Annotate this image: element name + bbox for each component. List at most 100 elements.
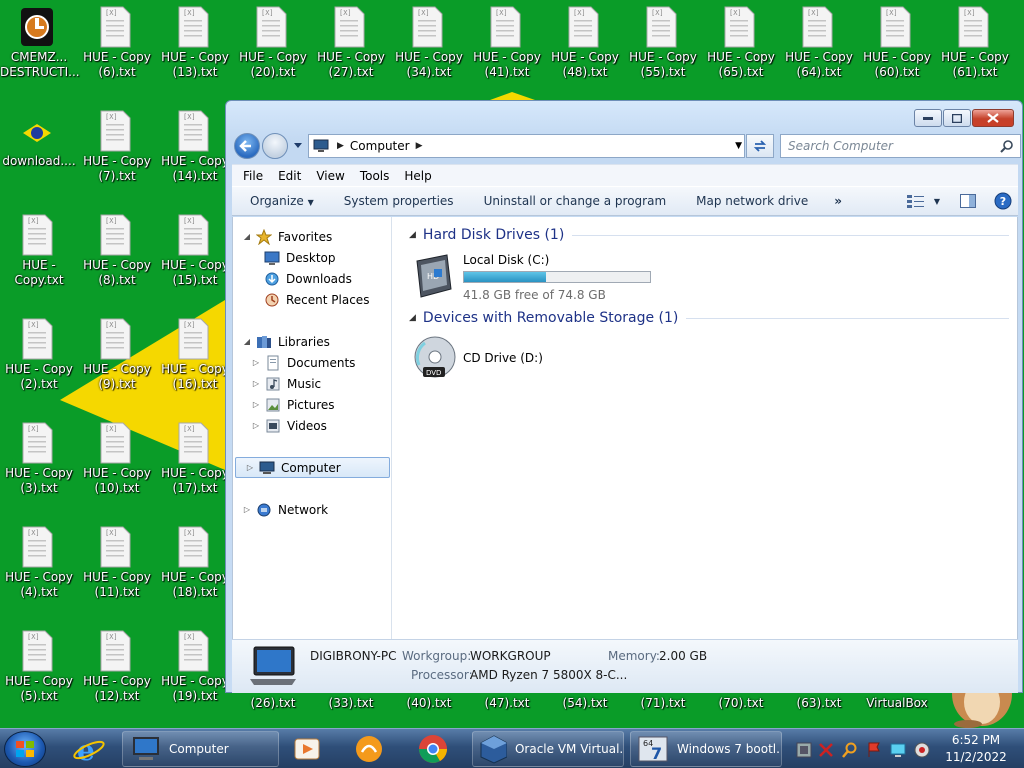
desktop-icon-item[interactable]: download.... — [0, 104, 78, 204]
menu-help[interactable]: Help — [404, 169, 431, 183]
nav-desktop[interactable]: Desktop — [233, 247, 391, 268]
tray-search-icon[interactable] — [842, 742, 858, 758]
expand-icon[interactable]: ▷ — [251, 358, 261, 367]
desktop-icon-item[interactable]: [X] HUE - Copy (19).txt — [156, 624, 234, 724]
more-commands-button[interactable]: » — [834, 194, 842, 208]
desktop-icon-item[interactable]: CMEMZ... DESTRUCTI... — [0, 0, 80, 100]
desktop-icon-item[interactable]: [X] HUE - Copy (11).txt — [78, 520, 156, 620]
taskbar-virtualbox[interactable]: Oracle VM Virtual... — [472, 731, 624, 767]
system-properties-button[interactable]: System properties — [344, 194, 454, 208]
map-network-drive-button[interactable]: Map network drive — [696, 194, 808, 208]
desktop-icon-item[interactable]: [X] HUE - Copy (20).txt — [234, 0, 312, 100]
desktop-icon-item[interactable]: [X] HUE - Copy (9).txt — [78, 312, 156, 412]
collapse-icon[interactable]: ◢ — [409, 313, 416, 323]
taskbar-internet-explorer[interactable]: e — [70, 731, 110, 767]
desktop-icon-item[interactable]: [X] HUE - Copy (13).txt — [156, 0, 234, 100]
maximize-button[interactable] — [943, 109, 971, 127]
expand-icon[interactable]: ▷ — [251, 379, 261, 388]
desktop-icon-item[interactable]: [X] HUE - Copy (41).txt — [468, 0, 546, 100]
desktop-icon-item[interactable]: [X] HUE - Copy (65).txt — [702, 0, 780, 100]
collapse-icon[interactable]: ◢ — [409, 230, 416, 240]
desktop-icon-item[interactable]: [X] HUE - Copy (18).txt — [156, 520, 234, 620]
nav-documents[interactable]: ▷ Documents — [233, 352, 391, 373]
address-dropdown-icon[interactable]: ▼ — [735, 141, 742, 151]
nav-pictures[interactable]: ▷ Pictures — [233, 394, 391, 415]
desktop-icon-item[interactable]: [X] HUE - Copy (16).txt — [156, 312, 234, 412]
tray-monitor-icon[interactable] — [890, 742, 906, 758]
organize-button[interactable]: Organize ▼ — [250, 194, 314, 208]
collapse-icon[interactable]: ◢ — [242, 337, 252, 346]
nav-computer[interactable]: ▷ Computer — [235, 457, 390, 478]
expand-icon[interactable]: ▷ — [245, 463, 255, 472]
main-pane[interactable]: ◢ Hard Disk Drives (1) HD Local Disk (C:… — [393, 217, 1017, 639]
breadcrumb-computer[interactable]: Computer — [350, 139, 410, 153]
minimize-button[interactable] — [914, 109, 942, 127]
nav-videos[interactable]: ▷ Videos — [233, 415, 391, 436]
expand-icon[interactable]: ▷ — [251, 421, 261, 430]
desktop-icon-item[interactable]: [X] HUE - Copy (55).txt — [624, 0, 702, 100]
desktop-icon-item[interactable]: [X] HUE - Copy (60).txt — [858, 0, 936, 100]
refresh-button[interactable] — [746, 134, 774, 158]
view-options-dropdown-icon[interactable]: ▼ — [934, 197, 940, 206]
desktop-icon-item[interactable]: [X] HUE - Copy (7).txt — [78, 104, 156, 204]
back-button[interactable] — [234, 133, 260, 159]
desktop-icon-item[interactable]: [X] HUE - Copy (10).txt — [78, 416, 156, 516]
tray-tools-icon[interactable] — [818, 742, 834, 758]
taskbar-media-player[interactable] — [290, 731, 330, 767]
nav-downloads[interactable]: Downloads — [233, 268, 391, 289]
desktop-icon-item[interactable]: [X] HUE - Copy (12).txt — [78, 624, 156, 724]
uninstall-program-button[interactable]: Uninstall or change a program — [484, 194, 667, 208]
change-view-icon[interactable] — [906, 193, 926, 209]
taskbar-windows7-bootloader[interactable]: 64 7 Windows 7 bootl... — [630, 731, 782, 767]
nav-libraries[interactable]: ◢ Libraries — [233, 331, 391, 352]
taskbar-app-orange[interactable] — [352, 731, 392, 767]
desktop-icon-item[interactable]: [X] HUE - Copy (48).txt — [546, 0, 624, 100]
search-input[interactable]: Search Computer — [780, 134, 1021, 158]
desktop-icon-item[interactable]: [X] HUE - Copy (3).txt — [0, 416, 78, 516]
breadcrumb-arrow-icon[interactable]: ▶ — [416, 141, 423, 151]
tray-volume-icon[interactable] — [914, 742, 930, 758]
address-bar[interactable]: ▶ Computer ▶ ▼ — [308, 134, 745, 158]
desktop-icon-item[interactable]: [X] HUE - Copy (27).txt — [312, 0, 390, 100]
explorer-window[interactable]: ▶ Computer ▶ ▼ Search Computer File Edit… — [225, 100, 1023, 693]
collapse-icon[interactable]: ◢ — [242, 232, 252, 241]
desktop-icon-item[interactable]: [X] HUE - Copy (17).txt — [156, 416, 234, 516]
desktop-icon-item[interactable]: [X] HUE - Copy (61).txt — [936, 0, 1014, 100]
desktop-icon-item[interactable]: [X] HUE - Copy (5).txt — [0, 624, 78, 724]
nav-music[interactable]: ▷ Music — [233, 373, 391, 394]
desktop-icon-item[interactable]: [X] HUE - Copy (34).txt — [390, 0, 468, 100]
expand-icon[interactable]: ▷ — [242, 505, 252, 514]
menu-file[interactable]: File — [243, 169, 263, 183]
recent-pages-dropdown-icon[interactable] — [293, 140, 303, 150]
tray-app-icon[interactable] — [796, 742, 812, 758]
start-button[interactable] — [4, 731, 46, 767]
desktop-icon-item[interactable]: [X] HUE - Copy (14).txt — [156, 104, 234, 204]
tray-flag-icon[interactable] — [866, 742, 882, 758]
menu-edit[interactable]: Edit — [278, 169, 301, 183]
taskbar-computer[interactable]: Computer — [122, 731, 279, 767]
drive-c[interactable]: HD Local Disk (C:) 41.8 GB free of 74.8 … — [411, 253, 661, 303]
group-removable-storage[interactable]: ◢ Devices with Removable Storage (1) — [409, 310, 1009, 326]
desktop-icon-item[interactable]: [X] HUE - Copy (4).txt — [0, 520, 78, 620]
navigation-pane[interactable]: ◢ Favorites Desktop Downloads Recent Pla… — [233, 217, 392, 639]
desktop-icon-item[interactable]: [X] HUE - Copy (8).txt — [78, 208, 156, 308]
help-icon[interactable]: ? — [994, 192, 1012, 210]
desktop-icon-item[interactable]: [X] HUE - Copy (2).txt — [0, 312, 78, 412]
menu-tools[interactable]: Tools — [360, 169, 390, 183]
preview-pane-icon[interactable] — [960, 194, 976, 208]
taskbar-clock[interactable]: 6:52 PM 11/2/2022 — [936, 732, 1016, 766]
group-hard-disk-drives[interactable]: ◢ Hard Disk Drives (1) — [409, 227, 1009, 243]
nav-recent-places[interactable]: Recent Places — [233, 289, 391, 310]
nav-favorites[interactable]: ◢ Favorites — [233, 226, 391, 247]
taskbar-chrome[interactable] — [416, 731, 456, 767]
close-button[interactable] — [972, 109, 1014, 127]
forward-button[interactable] — [262, 133, 288, 159]
search-icon[interactable] — [1000, 139, 1014, 153]
breadcrumb-arrow-icon[interactable]: ▶ — [337, 141, 344, 151]
nav-network[interactable]: ▷ Network — [233, 499, 391, 520]
drive-d[interactable]: DVD CD Drive (D:) — [411, 335, 611, 383]
desktop-icon-item[interactable]: [X] HUE - Copy (64).txt — [780, 0, 858, 100]
desktop-icon-item[interactable]: [X] HUE - Copy (15).txt — [156, 208, 234, 308]
desktop-icon-item[interactable]: [X] HUE - Copy (6).txt — [78, 0, 156, 100]
menu-view[interactable]: View — [316, 169, 344, 183]
